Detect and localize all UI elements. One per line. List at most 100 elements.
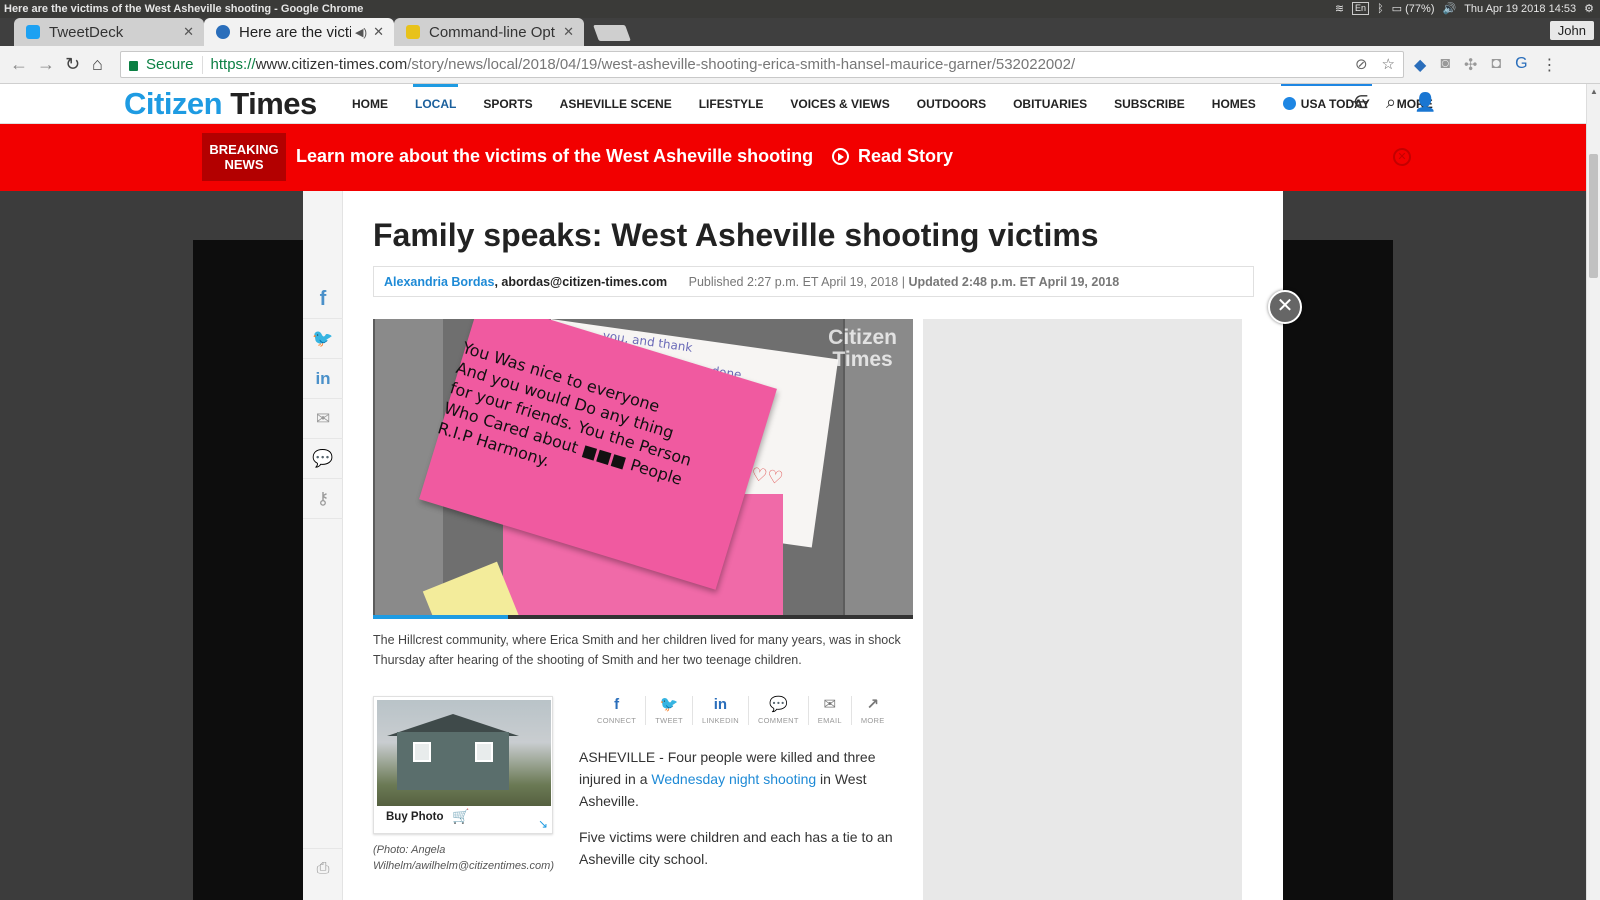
address-bar[interactable]: Secure https://www.citizen-times.com/sto…	[120, 51, 1404, 78]
keyboard-layout-indicator[interactable]: En	[1352, 2, 1370, 15]
share-comment-button[interactable]: 💬 COMMENT	[749, 696, 809, 725]
close-tab-icon[interactable]: ✕	[563, 24, 574, 40]
clock[interactable]: Thu Apr 19 2018 14:53	[1464, 3, 1576, 15]
comment-icon[interactable]: 💬	[303, 439, 343, 479]
breaking-news-badge: BREAKING NEWS	[202, 133, 286, 181]
key-icon[interactable]: ⚷	[303, 479, 343, 519]
modal-close-button[interactable]: ✕	[1268, 290, 1302, 324]
tab-title: TweetDeck	[49, 23, 124, 41]
audio-playing-icon[interactable]: ◀)	[355, 26, 367, 39]
tab-tweetdeck[interactable]: TweetDeck ✕	[14, 18, 204, 46]
share-connect-button[interactable]: f CONNECT	[588, 696, 647, 725]
reload-icon[interactable]: ↻	[65, 55, 80, 73]
forward-arrow-icon[interactable]: →	[37, 55, 55, 73]
share-icon[interactable]: ⋲	[1350, 92, 1368, 113]
breaking-news-text[interactable]: Learn more about the victims of the West…	[296, 146, 813, 167]
home-icon[interactable]: ⌂	[92, 55, 103, 73]
twitter-favicon-icon	[26, 25, 40, 39]
scrollbar-thumb[interactable]	[1589, 154, 1598, 278]
video-caption: The Hillcrest community, where Erica Smi…	[373, 633, 901, 667]
share-linkedin-button[interactable]: in LINKEDIN	[693, 696, 749, 725]
facebook-icon[interactable]: f	[303, 279, 343, 319]
share-arrow-icon: ↗	[866, 696, 879, 713]
google-translate-icon[interactable]: G	[1515, 55, 1527, 75]
body-paragraph: ASHEVILLE - Four people were killed and …	[579, 746, 905, 812]
expand-icon[interactable]: ↘	[538, 817, 548, 831]
logo-word-citizen: Citizen	[124, 86, 223, 121]
share-rail: f 🐦 in ✉ 💬 ⚷ ⎙	[303, 191, 343, 900]
share-label: MORE	[860, 716, 885, 725]
nav-item-homes[interactable]: HOMES	[1212, 97, 1256, 111]
battery-percent: (77%)	[1405, 3, 1435, 15]
nav-item-subscribe[interactable]: SUBSCRIBE	[1114, 97, 1185, 111]
cart-icon[interactable]: 🛒	[452, 808, 469, 825]
tab-command-line-options[interactable]: Command-line Opt ✕	[394, 18, 584, 46]
camera-icon[interactable]: ◘	[1491, 55, 1501, 75]
nav-item-outdoors[interactable]: OUTDOORS	[917, 97, 986, 111]
translate-icon[interactable]: ⊘	[1355, 55, 1368, 73]
wednesday-shooting-link[interactable]: Wednesday night shooting	[651, 771, 816, 787]
author-link[interactable]: Alexandria Bordas	[384, 275, 494, 289]
linkedin-icon[interactable]: in	[303, 359, 343, 399]
bluetooth-icon[interactable]: ᛒ	[1377, 3, 1384, 15]
profile-button[interactable]: John	[1549, 21, 1594, 40]
buy-photo-link[interactable]: Buy Photo	[386, 811, 444, 823]
house-window	[413, 742, 431, 762]
logo-word-times: Times	[230, 86, 317, 121]
tab-title: Command-line Opt	[429, 23, 555, 41]
nav-icon-group: ⋲ ⌕ 👤	[1350, 92, 1437, 113]
share-label: COMMENT	[757, 716, 799, 725]
tab-strip: TweetDeck ✕ Here are the victi ◀) ✕ Comm…	[0, 18, 1600, 46]
photo-thumbnail[interactable]: Buy Photo 🛒 ↘	[373, 696, 553, 834]
rss-icon[interactable]: ◙	[1440, 55, 1450, 75]
nav-item-voices-views[interactable]: VOICES & VIEWS	[790, 97, 889, 111]
menu-kebab-icon[interactable]: ⋮	[1542, 55, 1558, 75]
user-account-icon[interactable]: 👤	[1414, 92, 1436, 113]
nav-item-lifestyle[interactable]: LIFESTYLE	[699, 97, 764, 111]
share-button-row: f CONNECT 🐦 TWEET in LINKEDIN 💬 COMMENT …	[588, 696, 894, 725]
site-logo[interactable]: Citizen Times	[124, 86, 317, 122]
extension-graduation-cap-icon[interactable]: ◆	[1414, 55, 1426, 75]
wifi-icon[interactable]: ≋	[1335, 2, 1344, 15]
window-title: Here are the victims of the West Ashevil…	[4, 3, 364, 15]
battery-indicator[interactable]: ▭ (77%)	[1392, 2, 1435, 15]
house-photo[interactable]	[377, 700, 551, 806]
share-tweet-button[interactable]: 🐦 TWEET	[646, 696, 693, 725]
close-tab-icon[interactable]: ✕	[373, 24, 384, 40]
twitter-icon[interactable]: 🐦	[303, 319, 343, 359]
secure-indicator[interactable]: Secure	[121, 55, 203, 74]
close-tab-icon[interactable]: ✕	[183, 24, 194, 40]
search-icon[interactable]: ⌕	[1386, 92, 1396, 113]
nav-item-asheville-scene[interactable]: ASHEVILLE SCENE	[560, 97, 672, 111]
print-icon[interactable]: ⎙	[303, 848, 343, 888]
nav-item-obituaries[interactable]: OBITUARIES	[1013, 97, 1087, 111]
page-scrollbar[interactable]: ▲	[1586, 84, 1600, 900]
facebook-icon: f	[614, 696, 620, 713]
nav-item-sports[interactable]: SPORTS	[483, 97, 532, 111]
share-label: TWEET	[655, 716, 683, 725]
puzzle-extension-icon[interactable]: ✣	[1464, 55, 1477, 75]
settings-gear-icon[interactable]: ⚙	[1584, 2, 1594, 15]
back-arrow-icon[interactable]: ←	[10, 55, 28, 73]
share-email-button[interactable]: ✉ EMAIL	[809, 696, 852, 725]
tab-citizen-times[interactable]: Here are the victi ◀) ✕	[204, 18, 394, 46]
scroll-up-arrow-icon[interactable]: ▲	[1590, 87, 1598, 96]
share-more-button[interactable]: ↗ MORE	[852, 696, 894, 725]
nav-item-local[interactable]: LOCAL	[412, 84, 459, 111]
breaking-news-banner[interactable]: BREAKING NEWS Learn more about the victi…	[0, 124, 1586, 191]
secure-label: Secure	[146, 56, 194, 73]
url-text[interactable]: https://www.citizen-times.com/story/news…	[203, 56, 1076, 73]
volume-icon[interactable]: 🔊	[1442, 2, 1456, 15]
bookmark-star-icon[interactable]: ☆	[1382, 55, 1395, 73]
read-story-link[interactable]: Read Story	[832, 146, 953, 167]
nav-item-home[interactable]: HOME	[352, 97, 388, 111]
new-tab-button[interactable]	[593, 25, 631, 41]
os-top-bar: Here are the victims of the West Ashevil…	[0, 0, 1600, 18]
url-path: /story/news/local/2018/04/19/west-ashevi…	[407, 56, 1076, 73]
globe-favicon-icon	[216, 25, 230, 39]
video-watermark: Citizen Times	[828, 327, 897, 371]
video-progress-bar[interactable]	[373, 615, 913, 619]
video-player[interactable]: you, and thank you for everything you've…	[373, 319, 913, 619]
email-icon[interactable]: ✉	[303, 399, 343, 439]
banner-close-icon[interactable]: ✕	[1393, 148, 1411, 166]
